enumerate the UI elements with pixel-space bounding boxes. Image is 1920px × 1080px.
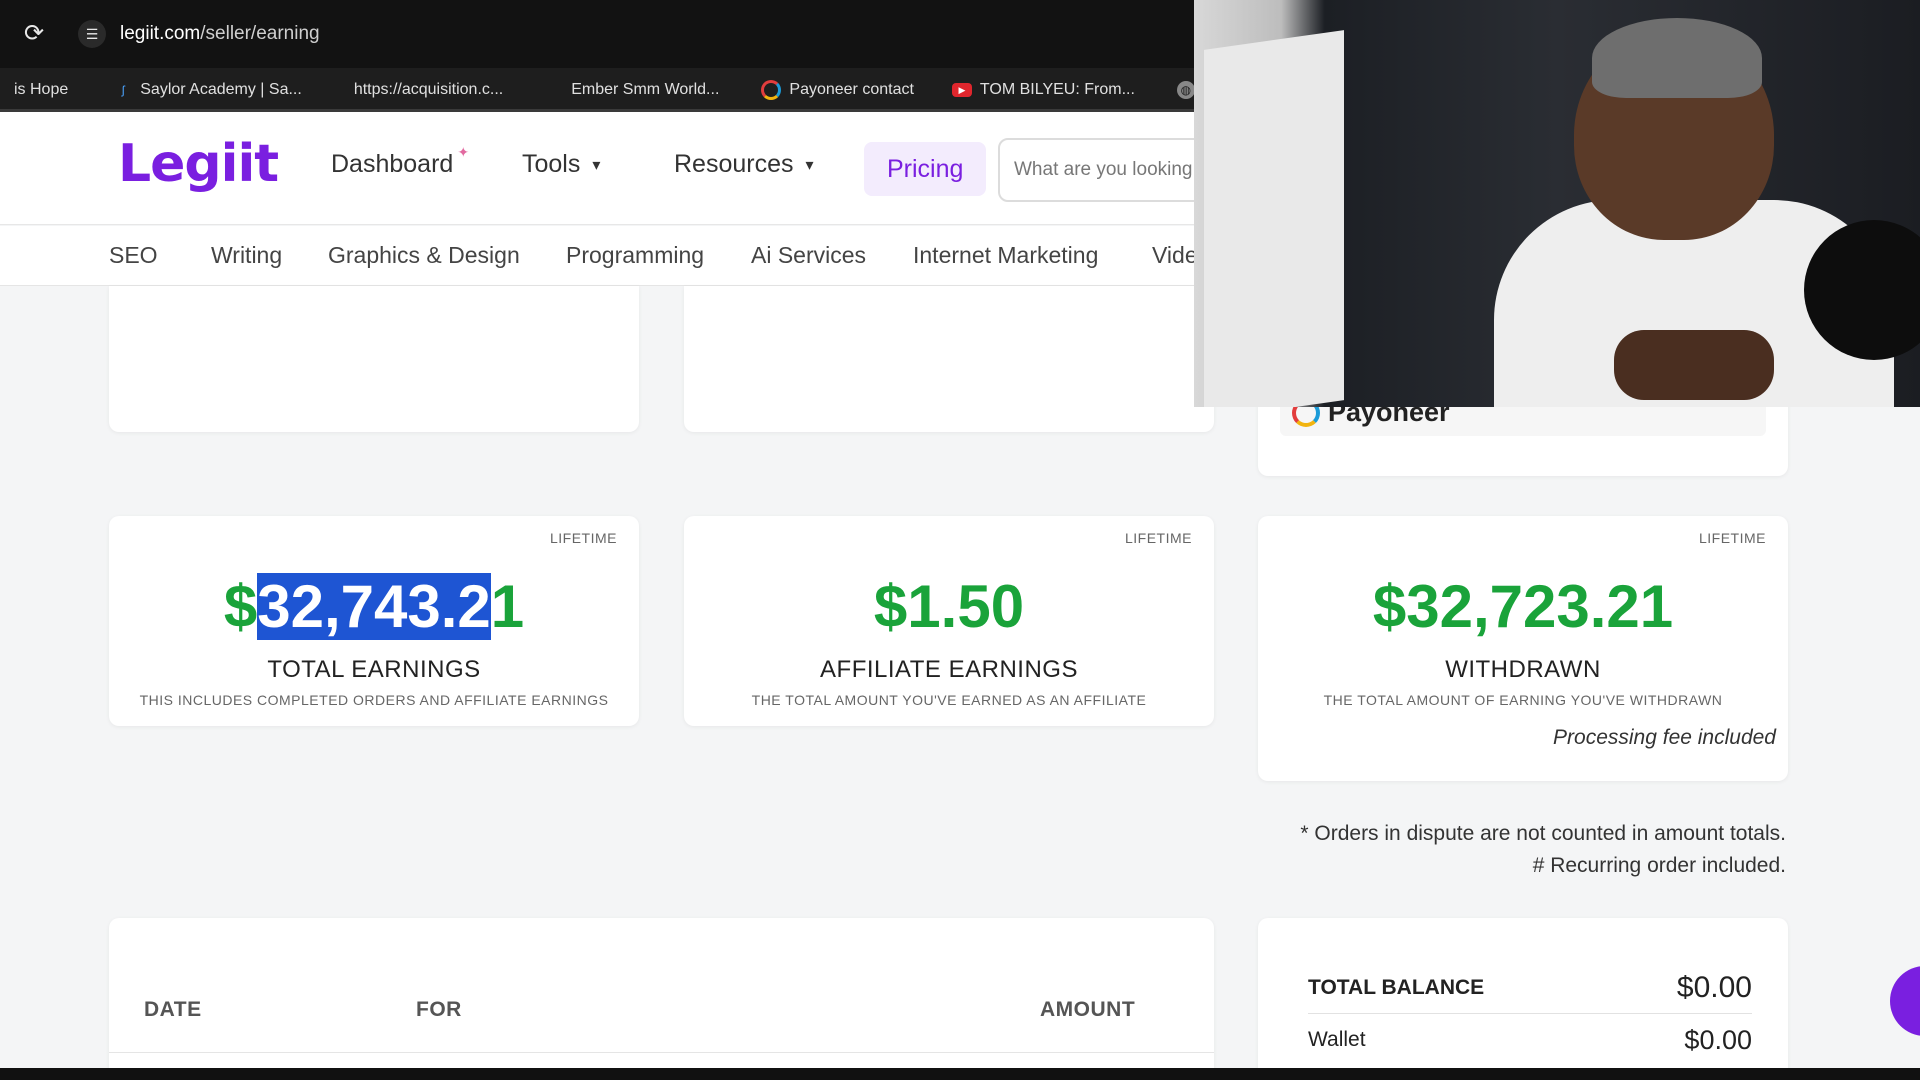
category-seo[interactable]: SEO: [109, 242, 158, 269]
totals-notes: * Orders in dispute are not counted in a…: [1300, 818, 1786, 882]
lifetime-badge: LIFETIME: [1698, 530, 1766, 546]
table-divider: [109, 1052, 1214, 1053]
wallet-row: Wallet $0.00: [1308, 1018, 1752, 1062]
bookmark-item[interactable]: Payoneer contact: [747, 68, 928, 112]
youtube-icon: ▶: [951, 83, 972, 97]
bookmark-item[interactable]: Ember Smm World...: [557, 68, 733, 112]
nav-tools-label: Tools: [522, 150, 581, 178]
table-header-date[interactable]: DATE: [144, 998, 202, 1022]
category-programming[interactable]: Programming: [566, 242, 704, 269]
total-balance-row: TOTAL BALANCE $0.00: [1308, 962, 1752, 1014]
total-earnings-description: THIS INCLUDES COMPLETED ORDERS AND AFFIL…: [139, 692, 609, 708]
nav-dashboard-label: Dashboard: [331, 150, 454, 178]
category-ai-services[interactable]: Ai Services: [751, 242, 866, 269]
withdrawn-value: $32,723.21: [1372, 573, 1674, 640]
category-video[interactable]: Vide: [1152, 242, 1198, 269]
webcam-overlay: [1194, 0, 1920, 407]
bookmark-label: https://acquisition.c...: [353, 81, 504, 98]
bookmark-label: Payoneer contact: [789, 81, 914, 98]
bookmark-item[interactable]: ʃ Saylor Academy | Sa...: [100, 68, 316, 112]
chevron-down-icon: ▾: [592, 156, 601, 174]
currency-symbol: $: [223, 573, 258, 640]
affiliate-earnings-description: THE TOTAL AMOUNT YOU'VE EARNED AS AN AFF…: [751, 692, 1147, 708]
processing-fee-note: Processing fee included: [1553, 726, 1776, 749]
affiliate-earnings-label: AFFILIATE EARNINGS: [820, 656, 1078, 683]
nav-pricing[interactable]: Pricing: [864, 142, 987, 196]
total-earnings-value: $32,743.21: [109, 572, 639, 641]
nav-resources-label: Resources: [674, 150, 794, 178]
bookmark-label: TOM BILYEU: From...: [979, 81, 1135, 98]
bookmark-label: is Hope: [14, 81, 69, 98]
reload-icon[interactable]: ⟳: [20, 20, 48, 48]
total-earnings-label: TOTAL EARNINGS: [267, 656, 481, 683]
lifetime-badge: LIFETIME: [1124, 530, 1192, 546]
dispute-note: * Orders in dispute are not counted in a…: [1300, 822, 1786, 845]
bookmark-label: Ember Smm World...: [571, 81, 720, 98]
upper-card-middle: [684, 286, 1214, 432]
total-balance-label: TOTAL BALANCE: [1308, 975, 1485, 999]
value-suffix: 1: [490, 573, 525, 640]
globe-icon: ◍: [1176, 81, 1195, 99]
webcam-background-panel: [1204, 30, 1344, 407]
lifetime-badge: LIFETIME: [549, 530, 617, 546]
site-settings-icon[interactable]: ☰: [78, 20, 106, 48]
category-internet-marketing[interactable]: Internet Marketing: [913, 242, 1098, 269]
taskbar-edge: [0, 1068, 1920, 1080]
url-path: /seller/earning: [200, 23, 320, 44]
nav-dashboard[interactable]: Dashboard ✦: [331, 144, 469, 179]
payoneer-icon: [761, 80, 782, 100]
bookmark-item[interactable]: https://acquisition.c...: [340, 68, 517, 112]
affiliate-earnings-card: LIFETIME $1.50 AFFILIATE EARNINGS THE TO…: [684, 516, 1214, 726]
table-header-amount[interactable]: AMOUNT: [1040, 998, 1135, 1022]
chevron-down-icon: ▾: [805, 156, 814, 174]
bookmark-item[interactable]: ▶ TOM BILYEU: From...: [938, 68, 1149, 112]
recurring-note: # Recurring order included.: [1532, 854, 1786, 877]
legiit-logo[interactable]: Legiit: [118, 134, 279, 194]
selected-text: 32,743.2: [257, 573, 491, 640]
chat-widget-button[interactable]: [1890, 966, 1920, 1036]
category-graphics-design[interactable]: Graphics & Design: [328, 242, 520, 269]
withdrawn-description: THE TOTAL AMOUNT OF EARNING YOU'VE WITHD…: [1323, 692, 1723, 708]
wallet-label: Wallet: [1308, 1028, 1366, 1051]
url-host: legiit.com: [120, 23, 201, 44]
nav-resources[interactable]: Resources ▾: [674, 150, 814, 179]
address-bar[interactable]: legiit.com/seller/earning: [120, 20, 320, 48]
sparkle-icon: ✦: [457, 144, 470, 160]
total-balance-value: $0.00: [1676, 970, 1752, 1004]
table-header-for[interactable]: FOR: [416, 998, 462, 1022]
saylor-icon: ʃ: [121, 83, 125, 97]
bookmark-label: Saylor Academy | Sa...: [140, 81, 302, 98]
webcam-person-beanie: [1592, 18, 1762, 98]
withdrawn-card: LIFETIME $32,723.21 WITHDRAWN THE TOTAL …: [1258, 516, 1788, 781]
upper-card-left: [109, 286, 639, 432]
bookmark-item[interactable]: is Hope: [0, 68, 82, 112]
withdrawn-label: WITHDRAWN: [1445, 656, 1601, 683]
category-writing[interactable]: Writing: [211, 242, 282, 269]
total-earnings-card: LIFETIME $32,743.21 TOTAL EARNINGS THIS …: [109, 516, 639, 726]
wallet-value: $0.00: [1684, 1024, 1752, 1055]
affiliate-earnings-value: $1.50: [873, 573, 1025, 640]
webcam-person-hand: [1614, 330, 1774, 400]
nav-tools[interactable]: Tools ▾: [522, 150, 600, 179]
